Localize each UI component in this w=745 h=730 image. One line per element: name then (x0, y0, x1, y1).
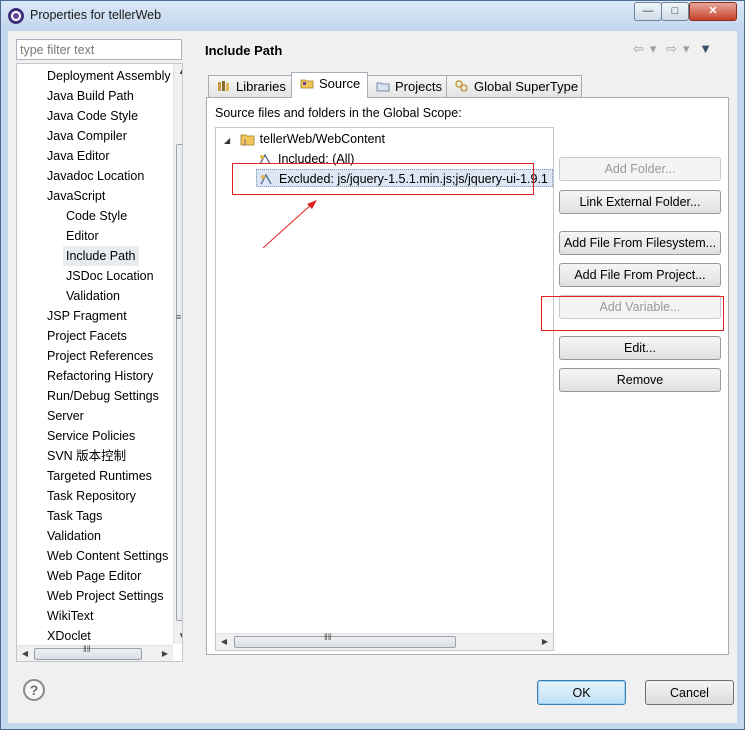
link-external-folder-button[interactable]: Link External Folder... (559, 190, 721, 214)
source-folder-icon (300, 79, 314, 89)
scroll-thumb[interactable] (176, 144, 182, 621)
add-folder-button[interactable]: Add Folder... (559, 157, 721, 181)
scroll-left-icon[interactable]: ◀ (216, 634, 232, 650)
tab-source[interactable]: Source (291, 72, 368, 98)
tab-libraries[interactable]: Libraries (208, 75, 292, 97)
add-file-from-filesystem-button[interactable]: Add File From Filesystem... (559, 231, 721, 255)
nav-item[interactable]: Editor (66, 226, 99, 246)
grip-icon: ≡ (176, 312, 182, 322)
nav-item[interactable]: Project References (47, 346, 153, 366)
remove-button[interactable]: Remove (559, 368, 721, 392)
nav-item[interactable]: Javadoc Location (47, 166, 144, 186)
tab-projects[interactable]: Projects (367, 75, 447, 97)
nav-item[interactable]: WikiText (47, 606, 94, 626)
add-file-from-project-button[interactable]: Add File From Project... (559, 263, 721, 287)
window-title: Properties for tellerWeb (30, 8, 162, 22)
nav-item[interactable]: Service Policies (47, 426, 135, 446)
annotation-arrow-icon (262, 200, 317, 249)
close-button[interactable]: ✕ (689, 2, 737, 21)
annotation-highlight-edit (541, 296, 724, 331)
nav-vertical-scrollbar[interactable]: ▲ ≡ ▼ (173, 64, 182, 644)
scroll-left-icon[interactable]: ◀ (17, 646, 33, 661)
nav-item[interactable]: Java Compiler (47, 126, 127, 146)
scroll-thumb[interactable] (234, 636, 456, 648)
cancel-button[interactable]: Cancel (645, 680, 734, 705)
js-folder-icon: J (240, 134, 255, 146)
nav-item[interactable]: Code Style (66, 206, 127, 226)
nav-item[interactable]: Server (47, 406, 84, 426)
properties-window: Properties for tellerWeb — □ ✕ Deploymen… (0, 0, 745, 730)
forward-dropdown-icon[interactable]: ▾ (683, 41, 690, 56)
annotation-highlight-excluded (232, 163, 534, 195)
nav-item[interactable]: Targeted Runtimes (47, 466, 152, 486)
nav-item[interactable]: Run/Debug Settings (47, 386, 159, 406)
nav-item[interactable]: Refactoring History (47, 366, 153, 386)
grip-icon: ‖‖ (324, 632, 332, 642)
back-icon[interactable]: ⇦ (633, 41, 644, 56)
nav-item[interactable]: Web Content Settings (47, 546, 168, 566)
page-navigation: ⇦ ▾ ⇨ ▾ ▼ (633, 41, 718, 57)
view-menu-icon[interactable]: ▼ (699, 41, 712, 56)
nav-item[interactable]: Validation (66, 286, 120, 306)
grip-icon: ‖‖ (83, 644, 91, 654)
nav-item[interactable]: Web Page Editor (47, 566, 141, 586)
tree-node-root[interactable]: ◢ JtellerWeb/WebContent (224, 130, 385, 148)
nav-item[interactable]: Task Tags (47, 506, 102, 526)
nav-item[interactable]: XDoclet (47, 626, 91, 646)
nav-item[interactable]: JavaScript (47, 186, 105, 206)
projects-icon (376, 82, 390, 92)
nav-item[interactable]: Include Path (63, 246, 139, 266)
nav-item[interactable]: Web Project Settings (47, 586, 164, 606)
page-title: Include Path (205, 43, 283, 58)
back-dropdown-icon[interactable]: ▾ (650, 41, 657, 56)
edit-button[interactable]: Edit... (559, 336, 721, 360)
nav-item[interactable]: Project Facets (47, 326, 127, 346)
title-bar[interactable]: Properties for tellerWeb — □ ✕ (1, 1, 744, 31)
svg-text:J: J (243, 138, 246, 146)
nav-item[interactable]: SVN 版本控制 (47, 446, 126, 466)
nav-item[interactable]: Deployment Assembly (47, 66, 171, 86)
tab-global-supertype[interactable]: Global SuperType (446, 75, 582, 97)
forward-icon[interactable]: ⇨ (666, 41, 677, 56)
nav-item[interactable]: Validation (47, 526, 101, 546)
nav-item[interactable]: Task Repository (47, 486, 136, 506)
nav-item[interactable]: JSDoc Location (66, 266, 154, 286)
nav-item[interactable]: JSP Fragment (47, 306, 127, 326)
dialog-body: Deployment AssemblyJava Build PathJava C… (8, 31, 737, 723)
expanded-triangle-icon[interactable]: ◢ (224, 136, 230, 145)
nav-item[interactable]: Java Build Path (47, 86, 134, 106)
ok-button[interactable]: OK (537, 680, 626, 705)
global-supertype-icon (455, 80, 468, 92)
minimize-button[interactable]: — (634, 2, 662, 21)
scroll-down-icon[interactable]: ▼ (174, 628, 182, 644)
nav-item[interactable]: Java Code Style (47, 106, 138, 126)
eclipse-app-icon (8, 8, 24, 24)
nav-item[interactable]: Java Editor (47, 146, 110, 166)
libraries-icon (218, 81, 229, 91)
filter-input[interactable] (16, 39, 182, 60)
source-horizontal-scrollbar[interactable]: ◀ ‖‖ ▶ (216, 632, 553, 650)
property-page-tree: Deployment Assembly Java Build Path Java C… (16, 63, 183, 662)
maximize-button[interactable]: □ (661, 2, 689, 21)
scope-label: Source files and folders in the Global S… (215, 106, 462, 120)
scroll-right-icon[interactable]: ▶ (157, 646, 173, 661)
help-icon[interactable]: ? (23, 679, 45, 701)
nav-horizontal-scrollbar[interactable]: ◀ ‖‖ ▶ (17, 644, 173, 661)
scroll-right-icon[interactable]: ▶ (537, 634, 553, 650)
scroll-up-icon[interactable]: ▲ (174, 64, 182, 80)
